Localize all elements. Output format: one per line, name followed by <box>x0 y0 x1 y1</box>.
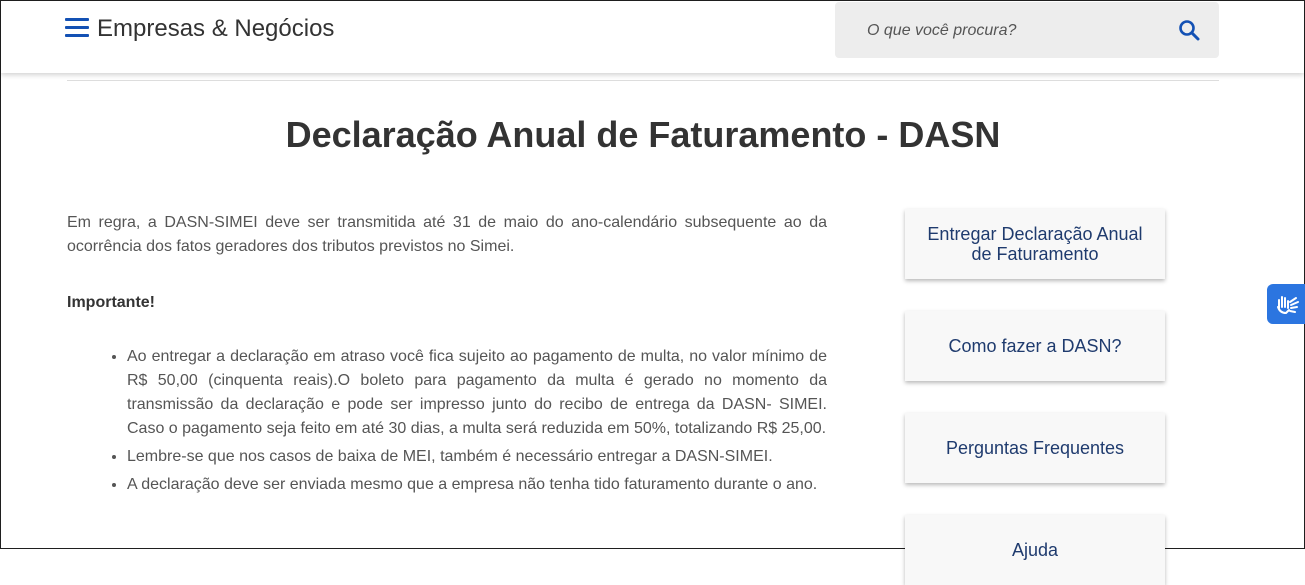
main-content: Em regra, a DASN-SIMEI deve ser transmit… <box>67 211 827 501</box>
entregar-declaracao-label: Entregar Declaração Anual de Faturamento <box>927 224 1143 264</box>
list-item: Lembre-se que nos casos de baixa de MEI,… <box>127 445 827 469</box>
page-title: Declaração Anual de Faturamento - DASN <box>285 114 1001 155</box>
perguntas-frequentes-button[interactable]: Perguntas Frequentes <box>905 413 1165 483</box>
site-title[interactable]: Empresas & Negócios <box>97 15 334 43</box>
ajuda-button[interactable]: Ajuda <box>905 515 1165 585</box>
perguntas-frequentes-label: Perguntas Frequentes <box>945 438 1125 458</box>
list-item: A declaração deve ser enviada mesmo que … <box>127 473 827 497</box>
como-fazer-dasn-button[interactable]: Como fazer a DASN? <box>905 311 1165 381</box>
notes-list: Ao entregar a declaração em atraso você … <box>67 345 827 497</box>
ajuda-label: Ajuda <box>1011 540 1059 560</box>
sign-language-hands-icon[interactable] <box>1267 284 1305 324</box>
list-item: Ao entregar a declaração em atraso você … <box>127 345 827 441</box>
search-bar <box>835 2 1219 58</box>
header-divider <box>67 80 1219 81</box>
como-fazer-dasn-label: Como fazer a DASN? <box>948 336 1122 356</box>
entregar-declaracao-button[interactable]: Entregar Declaração Anual de Faturamento <box>905 209 1165 279</box>
intro-paragraph: Em regra, a DASN-SIMEI deve ser transmit… <box>67 214 827 255</box>
search-icon[interactable] <box>1177 18 1201 42</box>
site-header: Empresas & Negócios <box>1 1 1304 73</box>
hamburger-menu-icon[interactable] <box>65 18 89 40</box>
search-input[interactable] <box>865 16 1169 46</box>
important-label: Importante! <box>67 294 155 311</box>
